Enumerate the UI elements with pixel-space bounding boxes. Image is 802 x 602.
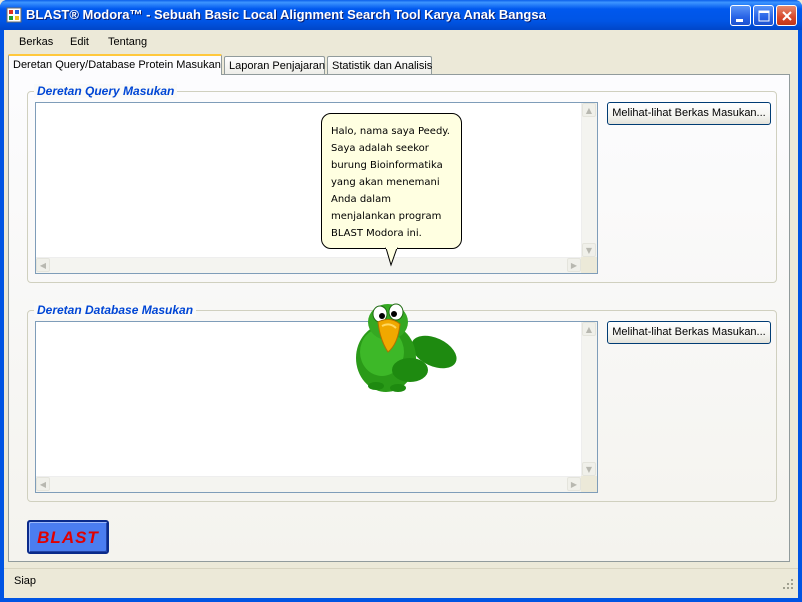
minimize-button[interactable] (730, 5, 751, 26)
scroll-down-icon[interactable]: ▼ (582, 462, 596, 476)
balloon-line: menjalankan program (331, 211, 442, 222)
database-horizontal-scrollbar[interactable]: ◀ ▶ (36, 476, 581, 492)
close-icon (782, 11, 792, 21)
status-bar: Siap (4, 568, 798, 594)
database-vertical-scrollbar[interactable]: ▲ ▼ (581, 322, 597, 476)
database-group-title: Deretan Database Masukan (34, 303, 197, 317)
query-vertical-scrollbar[interactable]: ▲ ▼ (581, 103, 597, 257)
status-text: Siap (14, 575, 37, 587)
tab-query-database[interactable]: Deretan Query/Database Protein Masukan (8, 54, 222, 75)
tab-statistik[interactable]: Statistik dan Analisis (327, 56, 432, 76)
parrot-icon[interactable] (348, 300, 460, 396)
tab-laporan[interactable]: Laporan Penjajaran (224, 56, 325, 76)
database-browse-button[interactable]: Melihat-lihat Berkas Masukan... (607, 321, 771, 344)
scroll-right-icon[interactable]: ▶ (567, 258, 581, 272)
scroll-right-icon[interactable]: ▶ (567, 477, 581, 491)
scroll-corner (581, 257, 597, 273)
assistant-balloon: Halo, nama saya Peedy. Saya adalah seeko… (321, 113, 462, 249)
menu-tentang[interactable]: Tentang (108, 36, 147, 48)
query-input[interactable]: ▲ ▼ ◀ ▶ (35, 102, 598, 274)
scroll-up-icon[interactable]: ▲ (582, 103, 596, 117)
menu-berkas[interactable]: Berkas (19, 36, 53, 48)
balloon-tail (385, 247, 398, 267)
scroll-corner (581, 476, 597, 492)
balloon-text: Halo, nama saya Peedy. Saya adalah seeko… (331, 123, 459, 242)
blast-button[interactable]: BLAST (27, 520, 109, 554)
balloon-line: Halo, nama saya Peedy. (331, 126, 450, 137)
scroll-down-icon[interactable]: ▼ (582, 243, 596, 257)
menu-edit[interactable]: Edit (70, 36, 89, 48)
maximize-icon (758, 10, 770, 22)
resize-grip-icon[interactable] (782, 578, 794, 590)
scroll-left-icon[interactable]: ◀ (36, 477, 50, 491)
query-group-title: Deretan Query Masukan (34, 84, 178, 98)
title-bar[interactable]: BLAST® Modora™ - Sebuah Basic Local Alig… (0, 0, 802, 30)
database-input[interactable]: ▲ ▼ ◀ ▶ (35, 321, 598, 493)
scroll-left-icon[interactable]: ◀ (36, 258, 50, 272)
balloon-line: BLAST Modora ini. (331, 228, 422, 239)
menu-bar: Berkas Edit Tentang (4, 30, 798, 54)
balloon-line: burung Bioinformatika (331, 160, 443, 171)
query-browse-button[interactable]: Melihat-lihat Berkas Masukan... (607, 102, 771, 125)
blast-button-label: BLAST (37, 528, 99, 547)
query-horizontal-scrollbar[interactable]: ◀ ▶ (36, 257, 581, 273)
close-button[interactable] (776, 5, 797, 26)
balloon-line: Anda dalam (331, 194, 391, 205)
window-title: BLAST® Modora™ - Sebuah Basic Local Alig… (26, 7, 546, 22)
app-icon (6, 7, 22, 23)
scroll-up-icon[interactable]: ▲ (582, 322, 596, 336)
balloon-line: Saya adalah seekor (331, 143, 429, 154)
balloon-line: yang akan menemani (331, 177, 440, 188)
minimize-icon (736, 19, 743, 22)
maximize-button[interactable] (753, 5, 774, 26)
